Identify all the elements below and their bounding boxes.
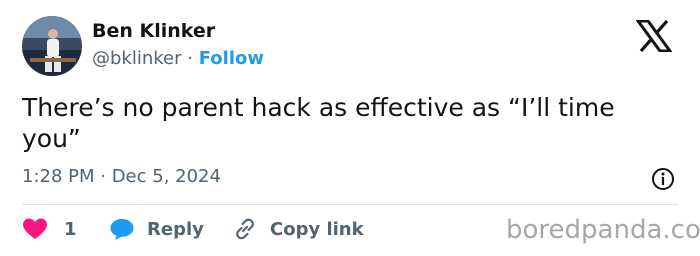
watermark: boredpanda.com [506,215,700,245]
reply-button[interactable]: Reply [109,214,204,244]
link-icon [236,218,254,240]
like-count: 1 [64,218,77,240]
avatar[interactable] [22,16,82,76]
tweet-timestamp[interactable]: 1:28 PM · Dec 5, 2024 [22,166,221,187]
tweet-text: There’s no parent hack as effective as “… [22,93,615,153]
author-handle-row: @bklinker · Follow [92,48,264,69]
like-button[interactable]: 1 [22,214,77,244]
reply-bubble-icon [110,219,134,240]
author-handle[interactable]: @bklinker [92,48,182,69]
x-logo-icon[interactable] [635,19,673,53]
info-icon[interactable] [650,166,676,192]
copy-link-button[interactable]: Copy link [232,214,364,244]
author-name[interactable]: Ben Klinker [92,20,215,42]
heart-icon [23,218,47,239]
divider [22,204,678,205]
copy-link-label: Copy link [270,218,364,240]
separator-dot: · [187,48,193,69]
reply-label: Reply [147,218,204,240]
follow-button[interactable]: Follow [199,48,264,69]
